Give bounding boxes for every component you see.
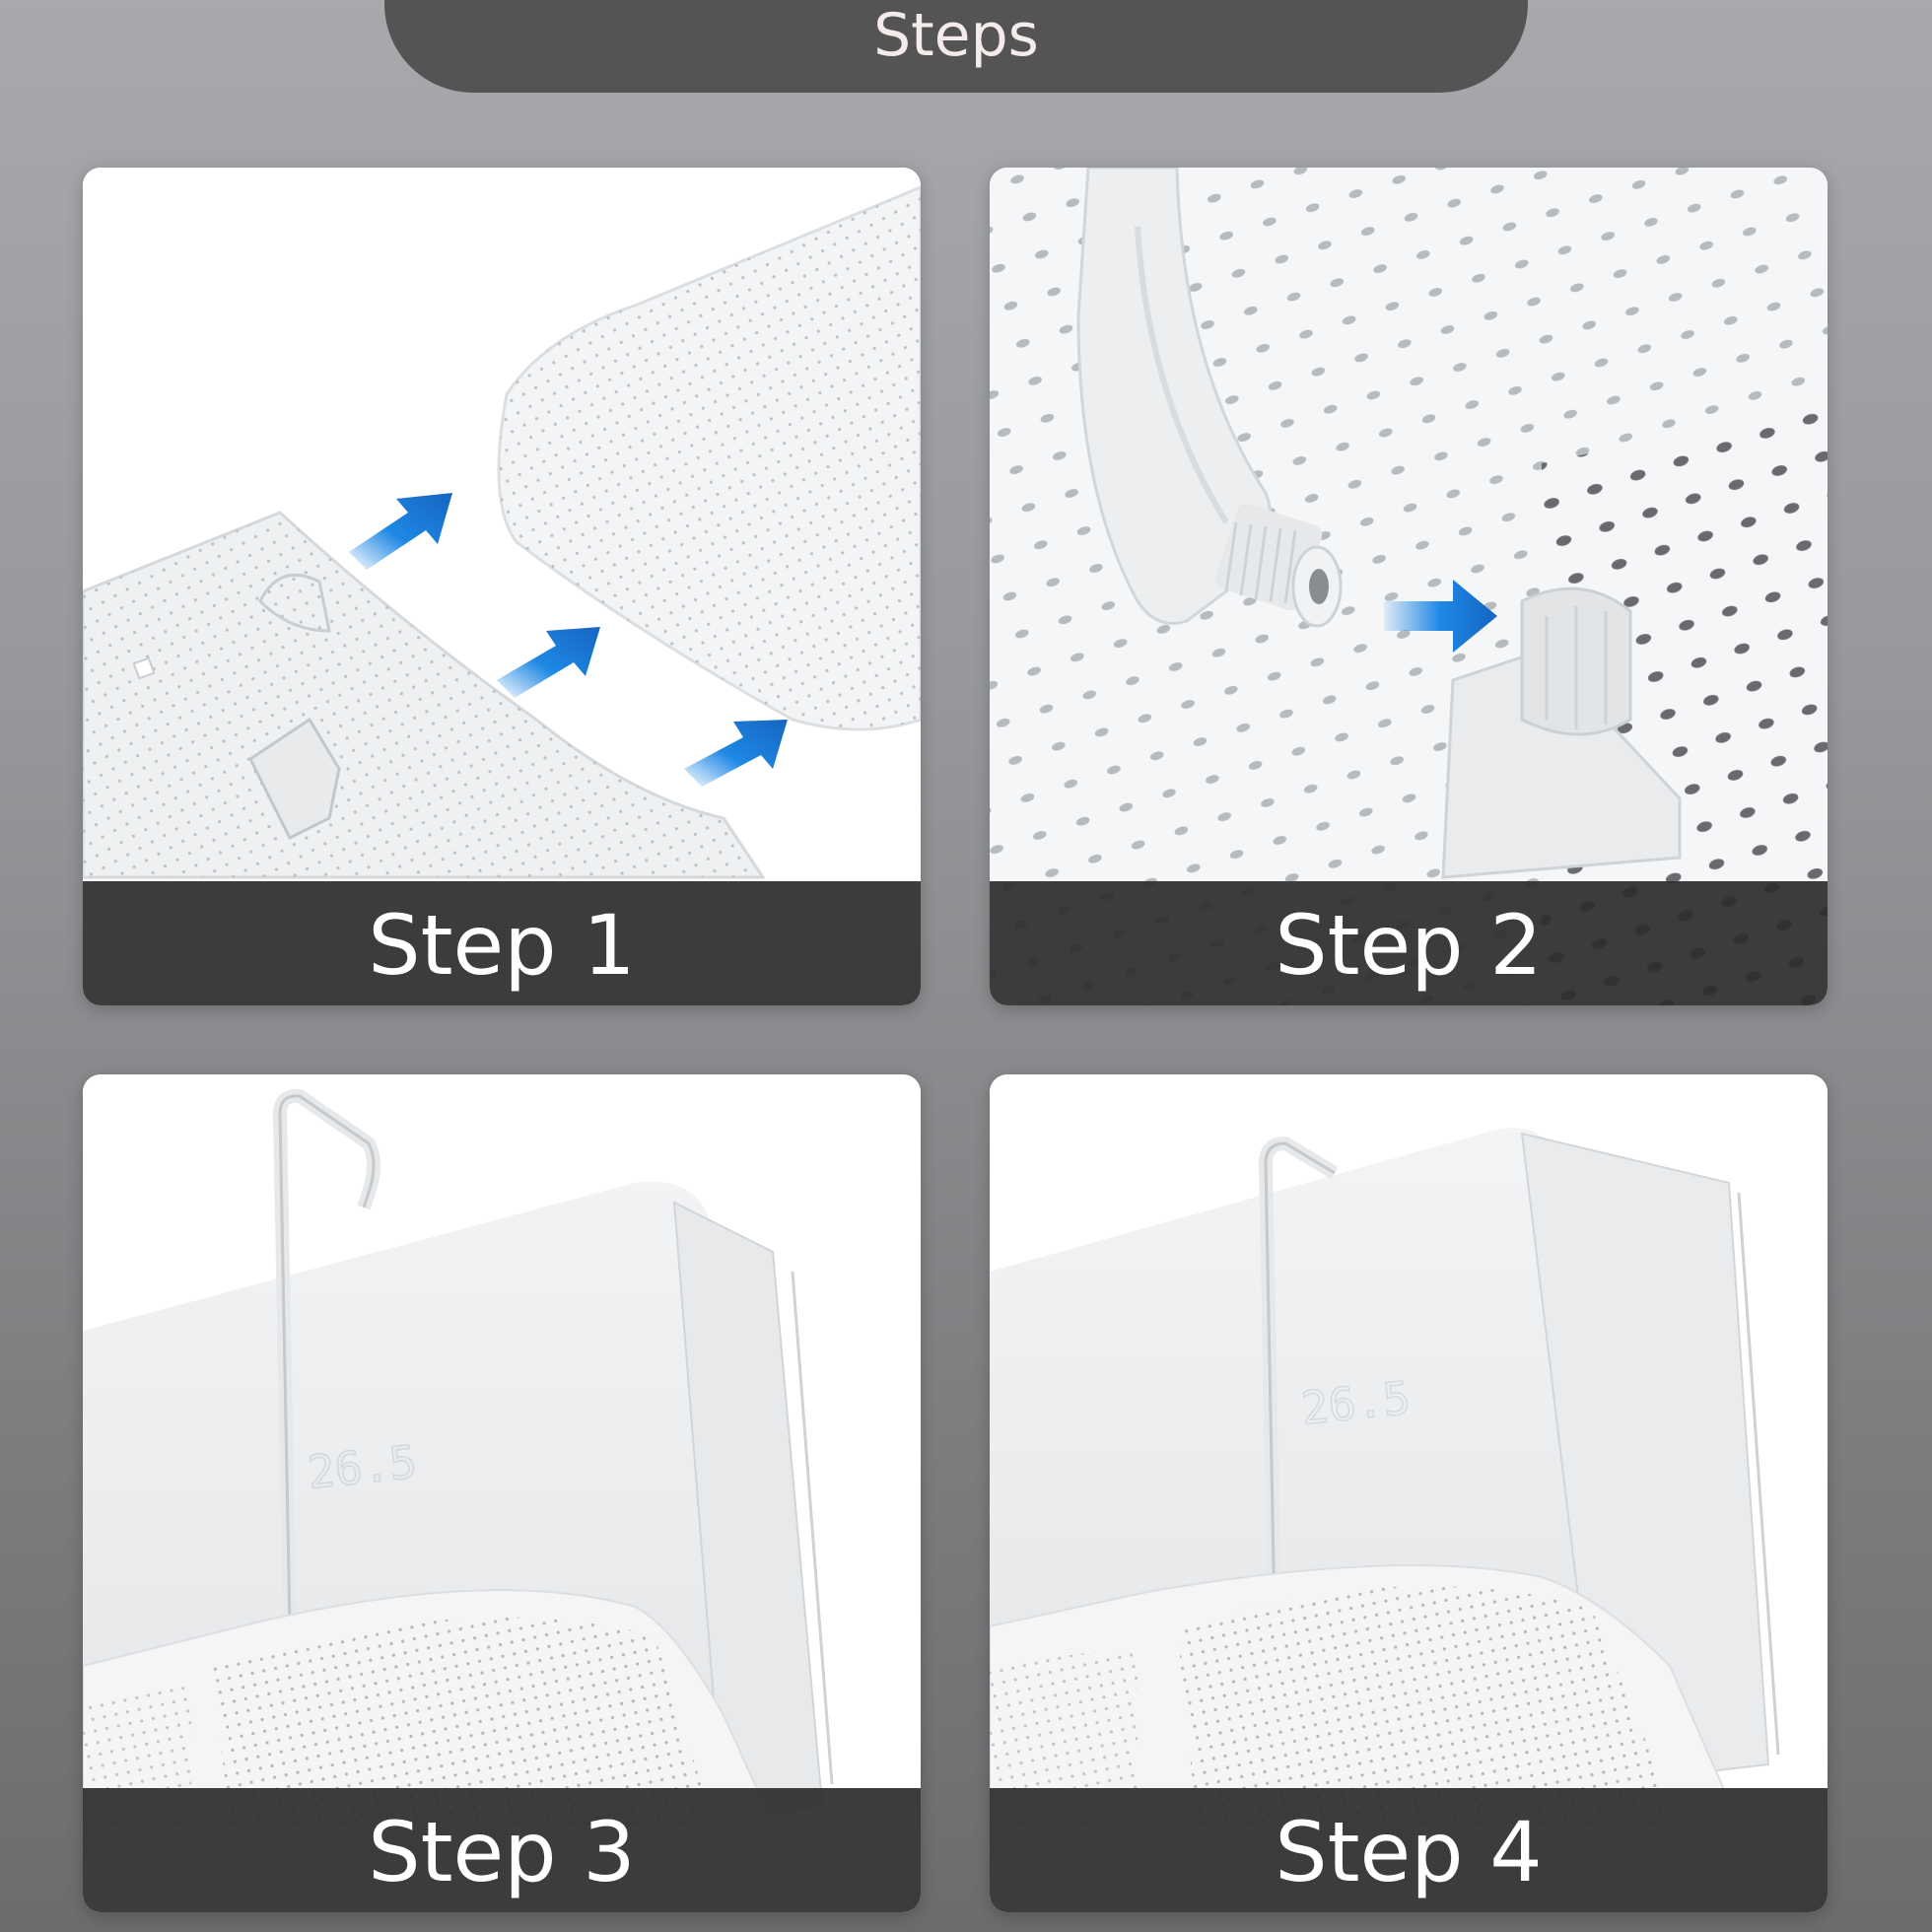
step-card-4: 26.5 Step 4 xyxy=(990,1074,1828,1912)
step-caption-bar: Step 1 xyxy=(83,881,921,1005)
step-label: Step 3 xyxy=(368,1804,636,1900)
page-title: Steps xyxy=(873,1,1039,70)
svg-text:26.5: 26.5 xyxy=(1299,1371,1414,1435)
step-caption-bar: Step 2 xyxy=(990,881,1828,1005)
step-caption-bar: Step 4 xyxy=(990,1788,1828,1912)
deflector-mounted-illustration: 26.5 xyxy=(990,1074,1828,1912)
step-caption-bar: Step 3 xyxy=(83,1788,921,1912)
step-label: Step 1 xyxy=(368,897,636,994)
hook-on-ac-illustration: 26.5 xyxy=(83,1074,921,1912)
step-card-1: Step 1 xyxy=(83,168,921,1005)
step-label: Step 2 xyxy=(1275,897,1543,994)
step-label: Step 4 xyxy=(1275,1804,1543,1900)
step-card-2: Step 2 xyxy=(990,168,1828,1005)
bracket-clip-illustration xyxy=(990,168,1828,1005)
svg-text:26.5: 26.5 xyxy=(306,1435,420,1499)
panels-joining-illustration xyxy=(83,168,921,1005)
header-tab: Steps xyxy=(384,0,1528,93)
step-card-3: 26.5 Step 3 xyxy=(83,1074,921,1912)
